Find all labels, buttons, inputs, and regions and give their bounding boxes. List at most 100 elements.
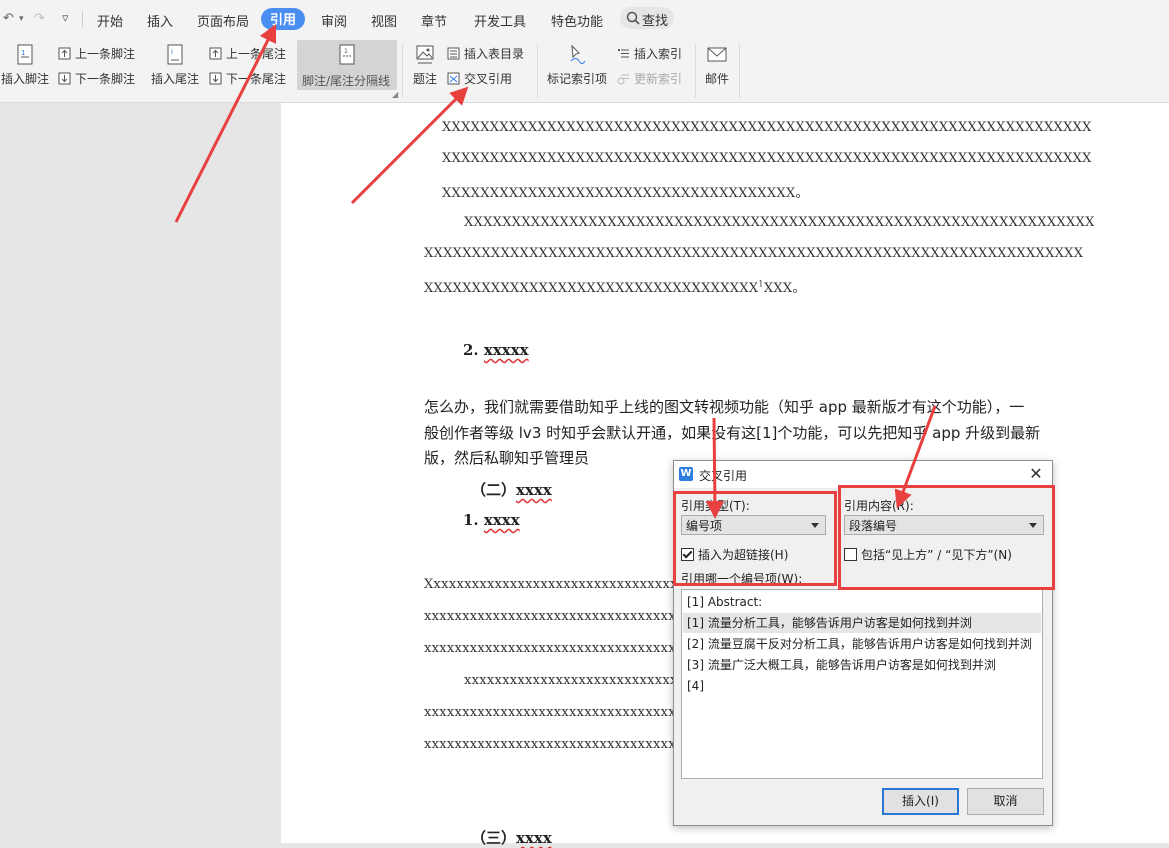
svg-text:1: 1 [21, 49, 25, 57]
sub-heading: （二）xxxx [471, 479, 552, 500]
dialog-title-bar[interactable]: W 交叉引用 ✕ [674, 461, 1052, 488]
doc-line: XXXXXXXXXXXXXXXXXXXXXXXXXXXXXXXXXXXXXXXX… [442, 151, 1092, 166]
tab-page-layout[interactable]: 页面布局 [197, 11, 249, 30]
heading-1: 1. xxxx [463, 511, 520, 529]
doc-cjk-line: 版，然后私聊知乎管理员 [424, 449, 590, 467]
menu-divider [82, 11, 83, 27]
numbered-items-list[interactable]: [1] Abstract: [1] 流量分析工具，能够告诉用户访客是如何找到并浏… [681, 589, 1043, 779]
next-endnote-icon [209, 72, 222, 85]
heading-text: xxxxx [483, 341, 529, 359]
prev-footnote-button[interactable]: 上一条脚注 [58, 45, 135, 62]
heading-text: xxxx [516, 829, 552, 847]
sub-heading: （三）xxxx [471, 827, 552, 848]
dialog-launcher-icon[interactable]: ◢ [392, 90, 398, 99]
list-item[interactable]: [3] 流量广泛大概工具，能够告诉用户访客是如何找到并浏 [683, 655, 1041, 675]
next-endnote-label: 下一条尾注 [226, 72, 287, 86]
next-footnote-button[interactable]: 下一条脚注 [58, 70, 135, 87]
mark-index-icon [570, 44, 586, 64]
heading-number: 2. [463, 341, 484, 359]
update-index-icon [617, 74, 629, 85]
prev-footnote-label: 上一条脚注 [75, 47, 136, 61]
cross-reference-icon [447, 72, 460, 85]
toolbar-divider [739, 44, 740, 98]
cross-reference-label: 交叉引用 [464, 72, 513, 86]
insert-index-label: 插入索引 [634, 47, 683, 61]
insert-button[interactable]: 插入(I) [882, 788, 959, 815]
tab-developer[interactable]: 开发工具 [474, 11, 526, 30]
tab-view[interactable]: 视图 [371, 11, 397, 30]
toolbar-divider [695, 44, 696, 98]
redo-icon[interactable]: ↷ [34, 11, 45, 26]
doc-text: XXX。 [763, 281, 806, 296]
wps-logo-icon: W [679, 467, 693, 481]
heading-number: （三） [471, 829, 517, 847]
list-item[interactable]: [2] 流量豆腐干反对分析工具，能够告诉用户访客是如何找到并浏 [683, 634, 1041, 654]
insert-endnote-button[interactable]: i 插入尾注 [148, 44, 202, 87]
insert-index-button[interactable]: 插入索引 [617, 45, 682, 62]
endnote-icon: i [167, 44, 183, 65]
prev-endnote-icon [209, 47, 222, 60]
doc-line: XXXXXXXXXXXXXXXXXXXXXXXXXXXXXXXXXXXXXXXX… [464, 215, 1095, 230]
heading-text: xxxx [516, 481, 552, 499]
next-footnote-label: 下一条脚注 [75, 72, 136, 86]
svg-text:i: i [171, 48, 173, 56]
doc-line: XXXXXXXXXXXXXXXXXXXXXXXXXXXXXXXXXXXXXXXX… [424, 246, 1084, 261]
tab-references[interactable]: 引用 [261, 8, 306, 30]
search-label: 查找 [642, 14, 669, 29]
customize-quick-access-icon[interactable]: ▿ [62, 11, 69, 26]
cross-reference-button[interactable]: 交叉引用 [447, 70, 512, 87]
close-icon[interactable]: ✕ [1026, 464, 1046, 483]
prev-endnote-button[interactable]: 上一条尾注 [209, 45, 286, 62]
dialog-title: 交叉引用 [699, 469, 748, 483]
doc-cjk-line: 般创作者等级 lv3 时知乎会默认开通，如果没有这[1]个功能，可以先把知乎 a… [424, 424, 1041, 442]
mark-index-entry-label: 标记索引项 [546, 72, 607, 86]
search-button[interactable]: 查找 [620, 7, 674, 29]
doc-cjk-line: 怎么办，我们就需要借助知乎上线的图文转视频功能（知乎 app 最新版才有这个功能… [424, 398, 1025, 416]
list-item[interactable]: [1] Abstract: [683, 592, 1041, 612]
heading-2: 2. xxxxx [463, 341, 529, 359]
insert-endnote-label: 插入尾注 [150, 72, 199, 86]
doc-line: XXXXXXXXXXXXXXXXXXXXXXXXXXXXXXXXXXXXXXXX… [442, 120, 1092, 135]
search-icon [626, 11, 640, 25]
mail-button[interactable]: 邮件 [701, 44, 733, 87]
insert-footnote-label: 插入脚注 [0, 72, 49, 86]
insert-table-of-figures-button[interactable]: 插入表目录 [447, 45, 524, 62]
heading-number: （二） [471, 481, 517, 499]
caption-picture-icon [416, 45, 434, 64]
caption-button[interactable]: 题注 [409, 44, 441, 87]
toolbar-divider [402, 44, 403, 98]
tab-special-features[interactable]: 特色功能 [551, 11, 603, 30]
mail-envelope-icon [707, 47, 727, 62]
insert-table-of-figures-label: 插入表目录 [464, 47, 525, 61]
tab-review[interactable]: 审阅 [321, 11, 347, 30]
table-of-figures-icon [447, 47, 460, 60]
svg-text:1: 1 [344, 48, 348, 55]
tab-home[interactable]: 开始 [97, 11, 123, 30]
cancel-button[interactable]: 取消 [967, 788, 1044, 815]
undo-dropdown-icon[interactable]: ▾ [19, 14, 24, 24]
mark-index-entry-button[interactable]: 标记索引项 [545, 44, 609, 87]
note-separator-button[interactable]: 1 脚注/尾注分隔线 [297, 40, 397, 90]
doc-text: XXXXXXXXXXXXXXXXXXXXXXXXXXXXXXXXXXX [424, 281, 759, 296]
next-endnote-button[interactable]: 下一条尾注 [209, 70, 286, 87]
heading-number: 1. [463, 511, 484, 529]
annotation-highlight-box [673, 491, 837, 586]
separator-line-icon: 1 [339, 44, 355, 65]
prev-footnote-icon [58, 47, 71, 60]
toolbar-divider [537, 44, 538, 98]
caption-label: 题注 [412, 72, 437, 86]
mail-label: 邮件 [704, 72, 729, 86]
insert-footnote-button[interactable]: 1 插入脚注 [0, 44, 50, 87]
annotation-highlight-box [838, 485, 1055, 590]
next-footnote-icon [58, 72, 71, 85]
tab-section[interactable]: 章节 [421, 11, 447, 30]
note-separator-label: 脚注/尾注分隔线 [302, 74, 391, 88]
undo-icon[interactable]: ↶ [3, 11, 14, 26]
tab-insert[interactable]: 插入 [147, 11, 173, 30]
heading-text: xxxx [483, 511, 520, 529]
list-item-selected[interactable]: [1] 流量分析工具，能够告诉用户访客是如何找到并浏 [683, 613, 1041, 633]
list-item[interactable]: [4] [683, 676, 1041, 696]
update-index-button[interactable]: 更新索引 [617, 70, 682, 87]
doc-line: XXXXXXXXXXXXXXXXXXXXXXXXXXXXXXXXXXXXX。 [442, 186, 809, 201]
ribbon-toolbar: 1 插入脚注 上一条脚注 下一条脚注 i 插入尾注 上一条尾注 下一条尾注 1 … [0, 38, 1169, 103]
